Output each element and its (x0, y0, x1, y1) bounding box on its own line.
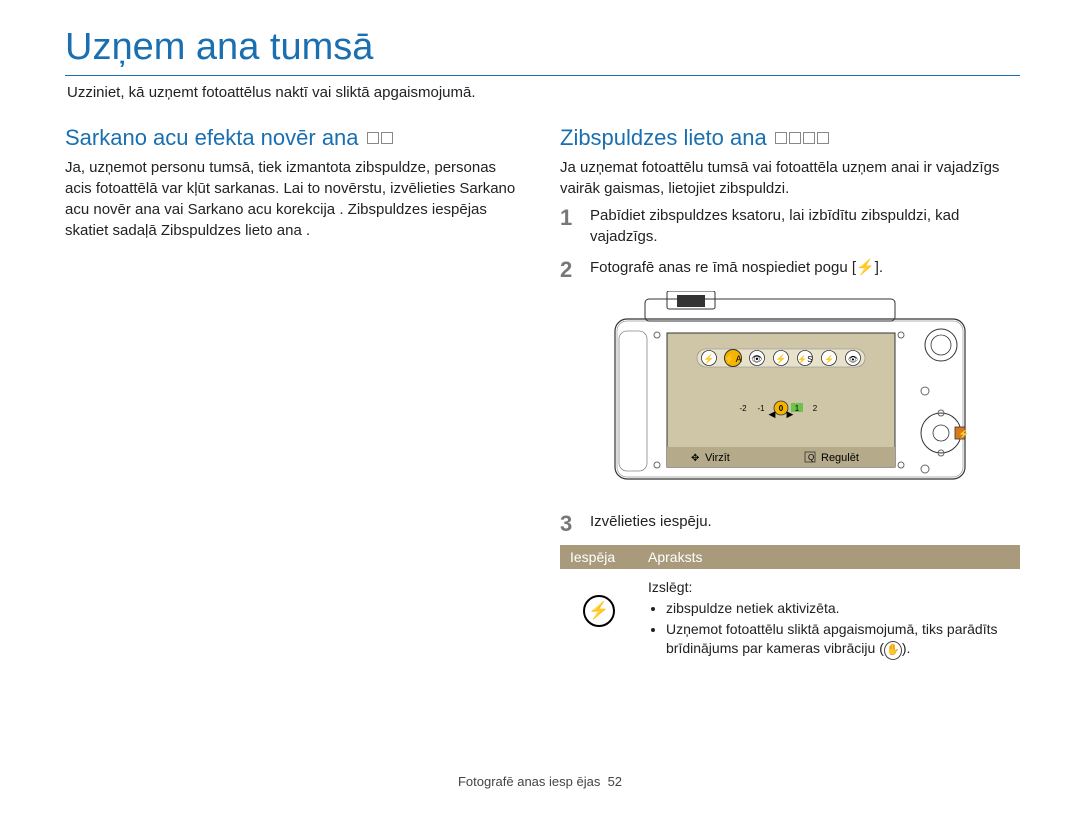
step-3: 3 Izvēlieties iespēju. (560, 511, 1020, 535)
option-off-title: Izslēgt: (648, 579, 692, 595)
step-2-number: 2 (560, 257, 578, 281)
step-3-text: Izvēlieties iespēju. (590, 511, 1020, 535)
right-heading: Zibspuldzes lieto ana (560, 125, 1020, 151)
svg-text:👁: 👁 (751, 354, 762, 364)
left-mode-icons (365, 132, 393, 146)
page-footer: Fotografē anas iesp ējas 52 (0, 774, 1080, 789)
right-intro: Ja uzņemat fotoattēlu tumsā vai fotoattē… (560, 157, 1020, 199)
options-header-apraksts: Apraksts (638, 545, 1020, 569)
left-heading: Sarkano acu efekta novēr ana (65, 125, 520, 151)
page-title: Uzņem ana tumsā (65, 26, 1020, 76)
svg-text:Regulēt: Regulēt (821, 452, 859, 464)
step-2-text: Fotografē anas re īmā nospiediet pogu [⚡… (590, 257, 1020, 281)
svg-text:👁: 👁 (848, 355, 858, 364)
step-3-number: 3 (560, 511, 578, 535)
svg-text:2: 2 (813, 404, 818, 413)
vibration-hand-icon: ✋ (884, 641, 902, 660)
right-mode-icons (773, 132, 829, 146)
svg-text:⚡: ⚡ (775, 353, 786, 365)
options-header-iespeja: Iespēja (560, 545, 638, 569)
step-1-text: Pabīdiet zibspuldzes ksatoru, lai izbīdī… (590, 205, 1020, 247)
svg-text:◀: ◀ (769, 409, 776, 419)
right-heading-text: Zibspuldzes lieto ana (560, 125, 767, 150)
left-paragraph: Ja, uzņemot personu tumsā, tiek izmantot… (65, 157, 520, 241)
svg-text:⚡A: ⚡A (724, 353, 741, 365)
svg-text:⚡: ⚡ (824, 354, 834, 364)
svg-text:1: 1 (795, 404, 800, 413)
svg-text:⚡S: ⚡S (797, 354, 812, 364)
camera-svg: ⚡ ⚡ ⚡A 👁 ⚡ ⚡S (605, 291, 975, 491)
option-off-icon-cell: ⚡ (560, 569, 638, 668)
svg-text:✥: ✥ (691, 453, 699, 464)
footer-section: Fotografē anas iesp ējas (458, 774, 600, 789)
svg-text:Q: Q (808, 453, 814, 462)
right-column: Zibspuldzes lieto ana Ja uzņemat fotoatt… (560, 125, 1020, 668)
flash-off-icon: ⚡ (583, 595, 615, 627)
options-table: Iespēja Apraksts ⚡ Izslēgt: zibspuldze n… (560, 545, 1020, 668)
flash-button-icon: ⚡ (856, 259, 875, 276)
step-2: 2 Fotografē anas re īmā nospiediet pogu … (560, 257, 1020, 281)
svg-text:▶: ▶ (787, 409, 794, 419)
left-heading-text: Sarkano acu efekta novēr ana (65, 125, 359, 150)
svg-text:⚡: ⚡ (958, 428, 969, 440)
option-off-bullet-2: Uzņemot fotoattēlu sliktā apgaismojumā, … (666, 620, 1010, 660)
option-off-bullet-1: zibspuldze netiek aktivizēta. (666, 599, 1010, 618)
svg-text:0: 0 (779, 404, 784, 413)
step-1: 1 Pabīdiet zibspuldzes ksatoru, lai izbī… (560, 205, 1020, 247)
page-subtitle: Uzziniet, kā uzņemt fotoattēlus naktī va… (67, 82, 1020, 103)
option-off-description: Izslēgt: zibspuldze netiek aktivizēta. U… (638, 569, 1020, 668)
svg-text:Virzīt: Virzīt (705, 452, 730, 464)
svg-text:-1: -1 (757, 404, 765, 413)
left-column: Sarkano acu efekta novēr ana Ja, uzņemot… (65, 125, 520, 668)
svg-text:-2: -2 (739, 404, 747, 413)
svg-text:⚡: ⚡ (703, 353, 714, 365)
footer-page-number: 52 (608, 774, 622, 789)
content-columns: Sarkano acu efekta novēr ana Ja, uzņemot… (65, 125, 1020, 668)
step-1-number: 1 (560, 205, 578, 247)
camera-illustration: ⚡ ⚡ ⚡A 👁 ⚡ ⚡S (560, 291, 1020, 495)
